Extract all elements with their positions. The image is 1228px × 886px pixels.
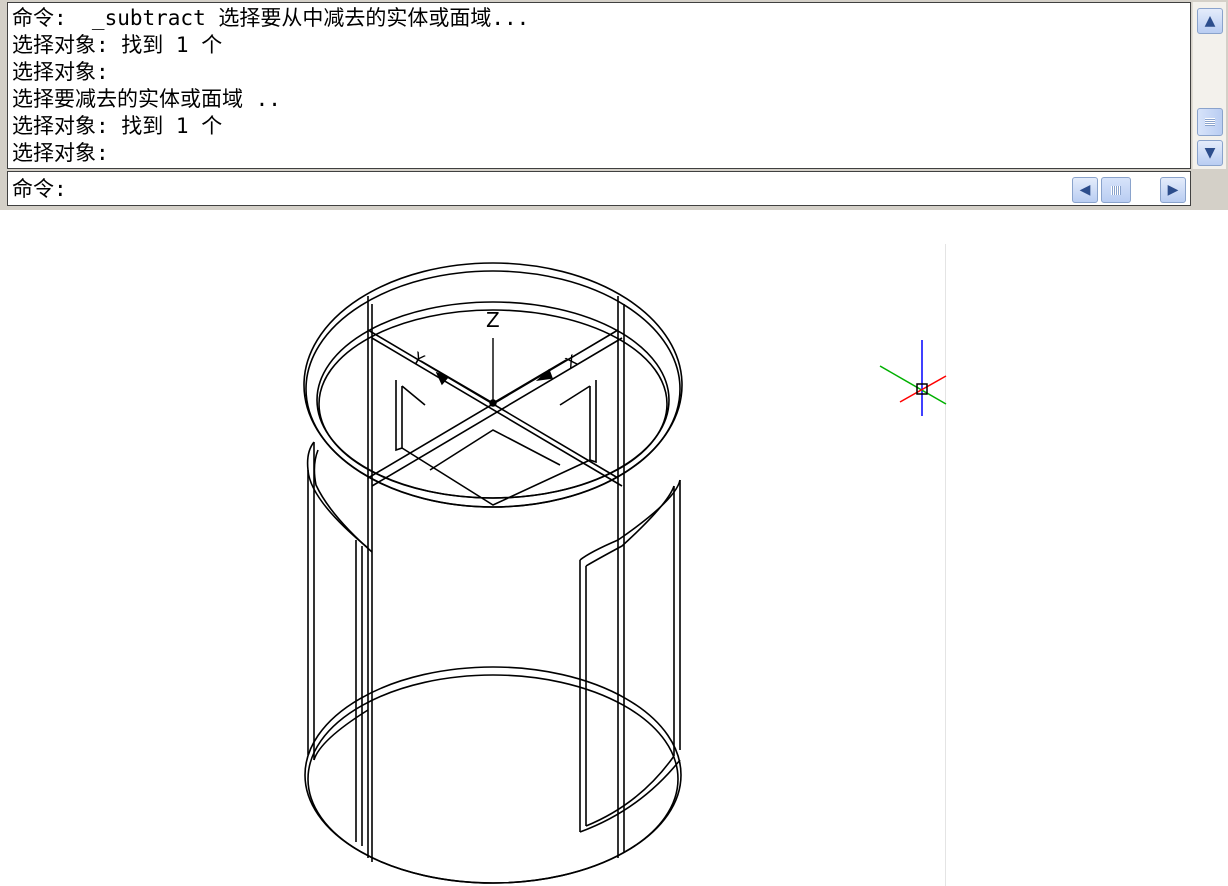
chevron-left-icon: ◀ [1079,182,1091,198]
ucs-x-axis [492,359,567,404]
chevron-right-icon: ▶ [1167,182,1179,198]
history-line: 选择对象: [12,141,109,165]
ucs-y-axis [420,360,494,404]
history-line: 命令: _subtract 选择要从中减去的实体或面域... [12,6,530,30]
crosshair-x-axis [899,375,947,403]
history-line: 选择要减去的实体或面域 .. [12,87,281,111]
scroll-thumb[interactable] [1197,108,1223,136]
command-line-window: 命令: _subtract 选择要从中减去的实体或面域... 选择对象: 找到 … [0,0,1228,210]
chevron-up-icon: ▲ [1204,13,1216,29]
scroll-down-button[interactable]: ▼ [1197,140,1223,166]
ucs-y-label: Y [409,348,428,370]
scroll-right-button[interactable]: ▶ [1160,177,1186,203]
ucs-origin [489,399,497,407]
crosshair-cursor [879,340,947,416]
horizontal-scroll-thumb[interactable] [1101,177,1131,203]
history-vertical-scrollbar[interactable]: ▲ ▼ [1192,2,1226,169]
command-history[interactable]: 命令: _subtract 选择要从中减去的实体或面域... 选择对象: 找到 … [7,2,1191,169]
history-line: 选择对象: [12,60,109,84]
ucs-z-label: Z [486,308,500,332]
command-input-field[interactable]: 命令: [7,171,1191,206]
chevron-down-icon: ▼ [1204,145,1216,161]
crosshair-y-axis [879,365,947,405]
ucs-icon [420,338,567,407]
history-line: 选择对象: 找到 1 个 [12,114,223,138]
scroll-left-button[interactable]: ◀ [1072,177,1098,203]
history-line: 选择对象: 找到 1 个 [12,33,223,57]
drawing-viewport[interactable]: Z X Y [0,212,1228,886]
command-prompt: 命令: [12,177,67,201]
command-horizontal-scrollbar[interactable]: ◀ ▶ [1070,176,1190,204]
scroll-up-button[interactable]: ▲ [1197,8,1223,34]
